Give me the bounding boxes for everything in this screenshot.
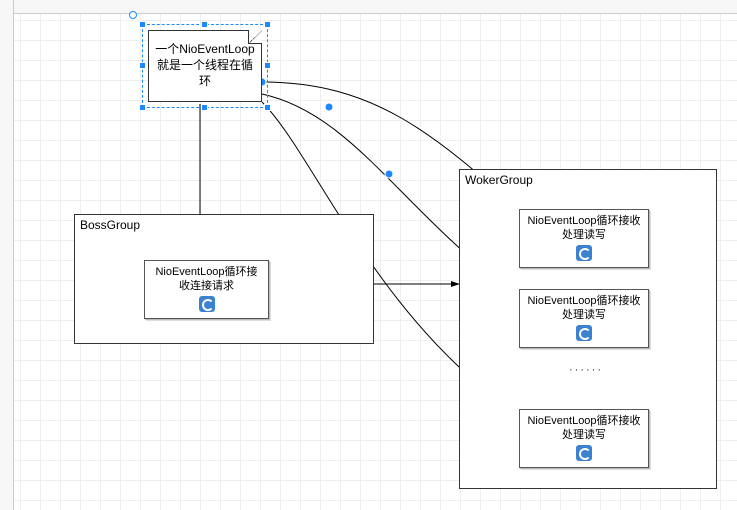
resize-handle-ne[interactable]	[264, 21, 271, 28]
diagram-canvas[interactable]: 一个NioEventLoop 就是一个线程在循环 BossGroup NioEv…	[14, 14, 737, 510]
worker-node-2-text: NioEventLoop循环接收处理读写	[526, 294, 642, 323]
loop-icon	[576, 445, 592, 461]
note-line2: 就是一个线程在循环	[153, 57, 257, 89]
boss-node-text: NioEventLoop循环接收连接请求	[151, 265, 262, 294]
note-shape[interactable]: 一个NioEventLoop 就是一个线程在循环	[148, 30, 262, 102]
loop-icon	[199, 296, 215, 312]
worker-node-1-text: NioEventLoop循环接收处理读写	[526, 214, 642, 243]
ruler-top	[0, 0, 737, 14]
loop-icon	[576, 325, 592, 341]
worker-ellipsis: ······	[569, 364, 603, 376]
worker-node-3-text: NioEventLoop循环接收处理读写	[526, 414, 642, 443]
rotation-handle[interactable]	[129, 11, 137, 19]
resize-handle-sw[interactable]	[139, 104, 146, 111]
note-line1: 一个NioEventLoop	[153, 41, 257, 57]
resize-handle-w[interactable]	[139, 62, 146, 69]
boss-node[interactable]: NioEventLoop循环接收连接请求	[144, 260, 269, 319]
bossgroup-label: BossGroup	[80, 218, 140, 232]
resize-handle-nw[interactable]	[139, 21, 146, 28]
worker-node-3[interactable]: NioEventLoop循环接收处理读写	[519, 409, 649, 468]
worker-node-1[interactable]: NioEventLoop循环接收处理读写	[519, 209, 649, 268]
workergroup-label: WokerGroup	[465, 173, 533, 187]
resize-handle-e[interactable]	[264, 62, 271, 69]
resize-handle-s[interactable]	[201, 104, 208, 111]
resize-handle-se[interactable]	[264, 104, 271, 111]
ruler-left	[0, 0, 14, 510]
loop-icon	[576, 245, 592, 261]
worker-node-2[interactable]: NioEventLoop循环接收处理读写	[519, 289, 649, 348]
resize-handle-n[interactable]	[201, 21, 208, 28]
note-fold-icon	[248, 30, 262, 44]
